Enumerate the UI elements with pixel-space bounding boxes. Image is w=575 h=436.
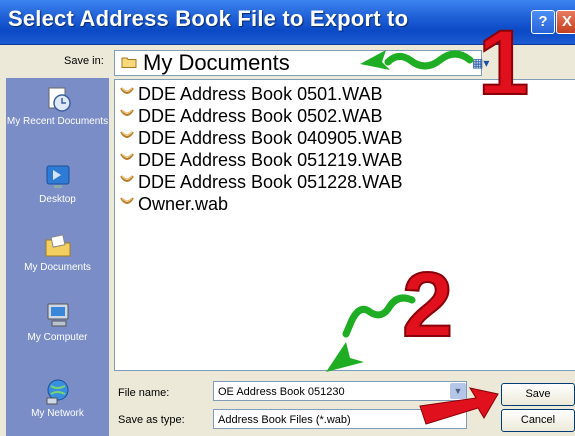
step-2-number: 2 [402,254,453,356]
annotation-overlay: 1 2 [326,11,530,425]
red-arrow-icon [419,387,499,425]
green-squiggle-arrow-icon [384,50,474,70]
green-arrowhead-icon [326,342,364,372]
step-1-number: 1 [478,12,529,114]
